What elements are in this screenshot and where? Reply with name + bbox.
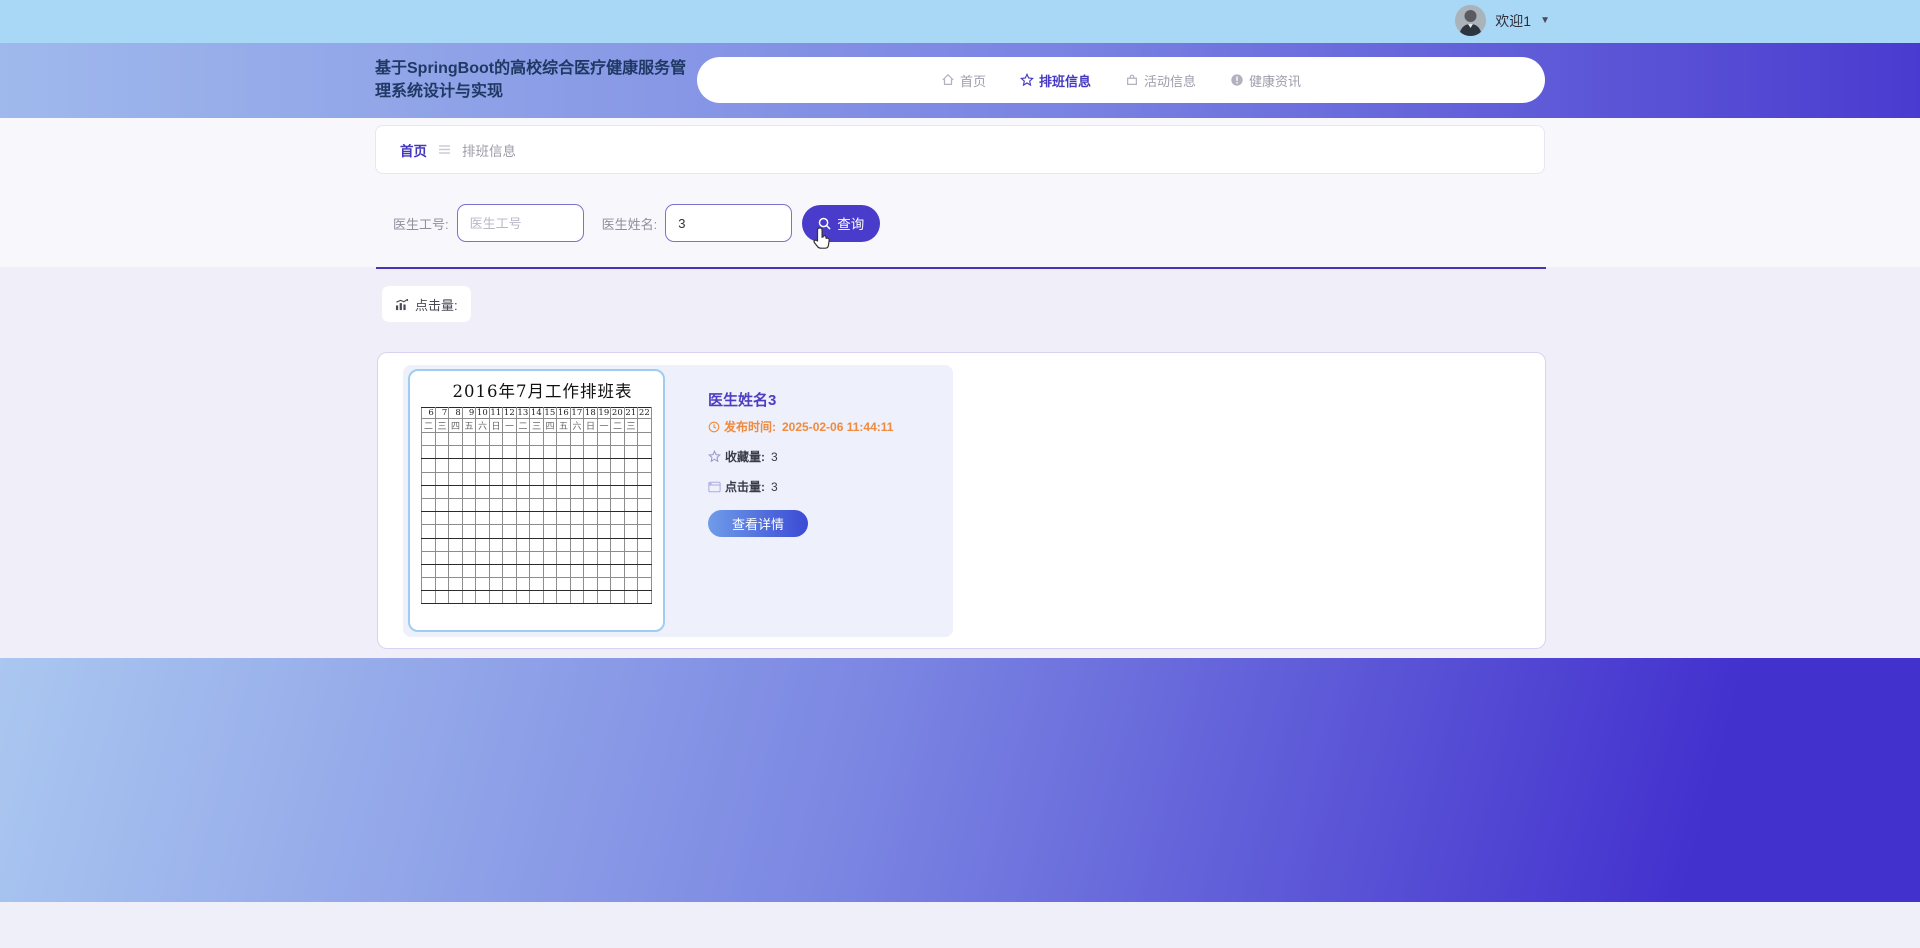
avatar-person-icon — [1455, 5, 1487, 36]
user-menu[interactable]: 欢迎1 ▼ — [1455, 5, 1550, 36]
home-icon — [942, 73, 954, 85]
nav-item-schedule[interactable]: 排班信息 — [1019, 71, 1091, 90]
view-detail-button[interactable]: 查看详情 — [708, 510, 808, 537]
nav-label: 健康资讯 — [1249, 73, 1302, 89]
doctor-name[interactable]: 医生姓名3 — [708, 389, 938, 410]
nav-item-health-news[interactable]: 健康资讯 — [1230, 71, 1301, 90]
search-icon — [818, 217, 831, 230]
site-title: 基于SpringBoot的高校综合医疗健康服务管理系统设计与实现 — [375, 60, 687, 101]
search-form: 医生工号: 医生姓名: 查询 — [393, 204, 881, 242]
bottom-strip — [0, 902, 1920, 948]
publish-time-value: 2025-02-06 11:44:11 — [782, 419, 894, 434]
welcome-text: 欢迎1 — [1495, 12, 1532, 29]
clicks-label: 点击量: — [725, 480, 765, 494]
doctor-id-input[interactable] — [456, 204, 584, 242]
doctor-info: 医生姓名3 发布时间: 2025-02-06 11:44:11 收藏量: 3 点… — [708, 389, 938, 537]
breadcrumb-current: 排班信息 — [462, 143, 516, 159]
query-button-label: 查询 — [837, 217, 865, 232]
chevron-down-icon[interactable]: ▼ — [1540, 15, 1550, 26]
schedule-image[interactable]: 2016年7月工作排班表 6 7 8 9 10 11 12 13 14 15 16 17 18 19 20 2… — [408, 369, 665, 632]
breadcrumb-home-link[interactable]: 首页 — [400, 140, 427, 160]
result-card: 2016年7月工作排班表 6 7 8 9 10 11 12 13 14 15 16 17 18 19 20 2… — [377, 352, 1546, 649]
schedule-panel[interactable]: 2016年7月工作排班表 6 7 8 9 10 11 12 13 14 15 16 17 18 19 20 2… — [403, 365, 953, 637]
star-outline-icon — [708, 450, 721, 463]
doctor-name-label: 医生姓名: — [601, 216, 658, 232]
info-icon — [1231, 74, 1243, 86]
page: 欢迎1 ▼ 基于SpringBoot的高校综合医疗健康服务管理系统设计与实现 首… — [0, 0, 1920, 948]
bag-icon — [1127, 74, 1137, 85]
nav-label: 首页 — [959, 73, 986, 89]
schedule-grid: 6 7 8 9 10 11 12 13 14 15 16 17 18 19 20 21 22 二三四五六日一二三四… — [421, 407, 652, 605]
doctor-name-input[interactable] — [665, 204, 793, 242]
breadcrumb: 首页 排班信息 — [375, 125, 1545, 174]
footer-band — [0, 658, 1920, 902]
clicks-filter-label: 点击量: — [415, 297, 458, 313]
breadcrumb-separator-icon — [439, 145, 450, 154]
main-content: 首页 排班信息 医生工号: 医生姓名: 查询 — [0, 118, 1920, 658]
star-icon — [1019, 73, 1034, 87]
clicks-value: 3 — [771, 479, 778, 494]
chart-icon — [395, 298, 409, 310]
main-nav: 首页 排班信息 活动信息 健康资讯 — [697, 57, 1545, 103]
header: 基于SpringBoot的高校综合医疗健康服务管理系统设计与实现 首页 排班信息… — [0, 43, 1920, 118]
clock-icon — [708, 421, 720, 432]
nav-label: 活动信息 — [1144, 73, 1197, 89]
top-bar: 欢迎1 ▼ — [0, 0, 1920, 43]
section-divider — [376, 267, 1546, 269]
schedule-image-title: 2016年7月工作排班表 — [452, 382, 633, 401]
window-icon — [708, 481, 721, 492]
query-button[interactable]: 查询 — [802, 204, 881, 242]
clicks-filter-badge[interactable]: 点击量: — [382, 286, 471, 322]
favorites-value: 3 — [771, 449, 778, 464]
publish-label: 发布时间: — [724, 420, 776, 434]
nav-label: 排班信息 — [1038, 73, 1091, 89]
favorites-row: 收藏量: 3 — [708, 448, 938, 465]
clicks-row: 点击量: 3 — [708, 478, 938, 495]
nav-item-activity[interactable]: 活动信息 — [1125, 71, 1196, 90]
doctor-id-label: 医生工号: — [393, 216, 449, 232]
publish-time-row: 发布时间: 2025-02-06 11:44:11 — [708, 418, 938, 435]
favorites-label: 收藏量: — [725, 450, 765, 464]
nav-item-home[interactable]: 首页 — [941, 71, 986, 90]
avatar[interactable] — [1455, 5, 1487, 36]
